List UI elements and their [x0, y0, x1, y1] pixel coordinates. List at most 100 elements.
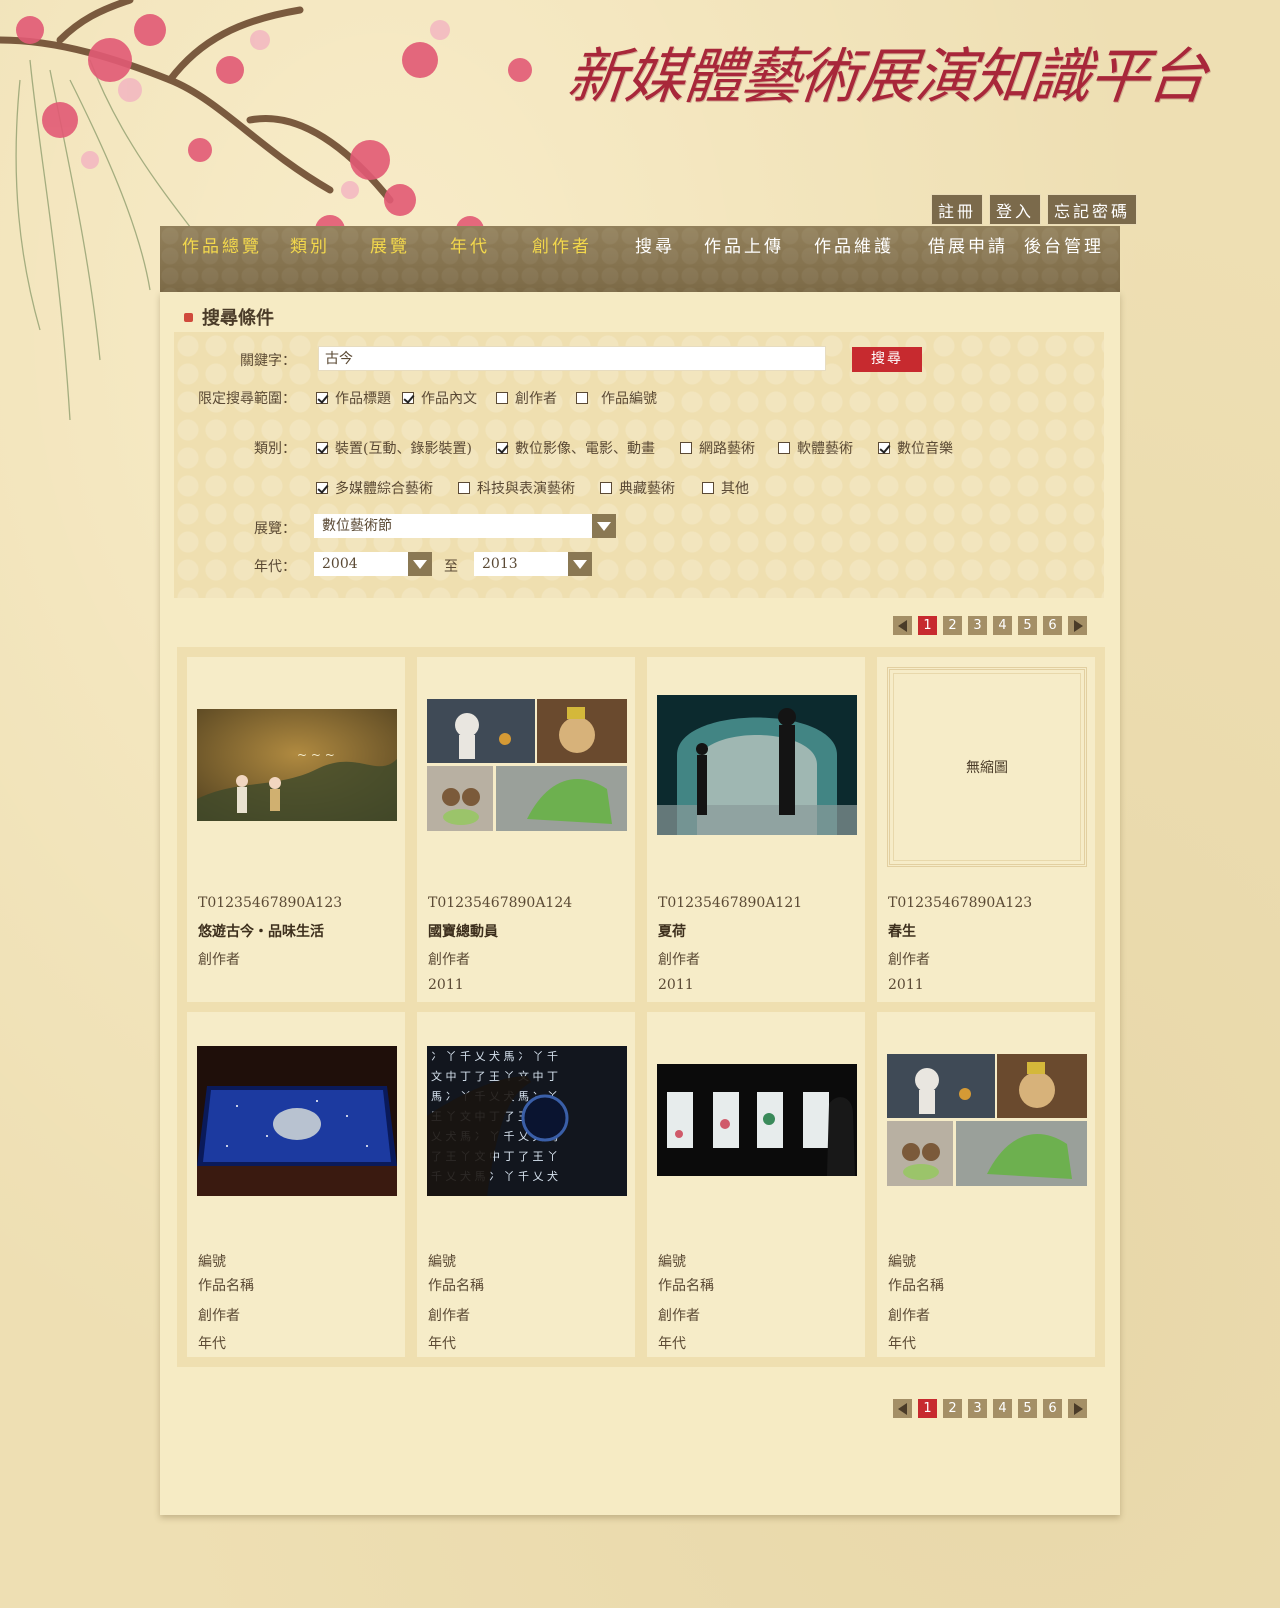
checkbox-icon [878, 442, 890, 454]
result-card[interactable]: 編號 作品名稱 創作者 年代 [187, 1012, 405, 1357]
next-page-icon[interactable] [1068, 1399, 1087, 1418]
result-card[interactable]: 冫 丫 千 乂 犬 馬 冫 丫 千 文 中 丁 了 王 丫 文 中 丁 馬 冫 … [417, 1012, 635, 1357]
artwork-thumbnail [197, 1046, 397, 1196]
search-heading: 搜尋條件 [184, 304, 274, 330]
result-card[interactable]: T01235467890A121 夏荷 創作者 2011 [647, 657, 865, 1002]
checkbox-icon [316, 442, 328, 454]
artwork-id: 編號 [198, 1254, 226, 1270]
dropdown-arrow-icon [592, 514, 616, 538]
prev-page-icon[interactable] [893, 1399, 912, 1418]
page-6[interactable]: 6 [1043, 1399, 1062, 1418]
checkbox-icon [402, 392, 414, 404]
artwork-title: 悠遊古今・品味生活 [198, 924, 324, 940]
forgot-password-button[interactable]: 忘記密碼 [1047, 194, 1138, 225]
artwork-title: 作品名稱 [198, 1278, 254, 1294]
nav-exhibition[interactable]: 展覽 [370, 232, 410, 257]
page-5[interactable]: 5 [1018, 616, 1037, 635]
result-card[interactable]: 無縮圖 T01235467890A123 春生 創作者 2011 [877, 657, 1095, 1002]
category-digital-image-checkbox[interactable]: 數位影像、電影、動畫 [496, 438, 655, 458]
artwork-year: 2011 [888, 977, 924, 993]
next-page-icon[interactable] [1068, 616, 1087, 635]
account-links: 註冊 登入 忘記密碼 [931, 194, 1138, 225]
artwork-thumbnail [427, 699, 627, 831]
artwork-author: 創作者 [198, 952, 240, 968]
prev-page-icon[interactable] [893, 616, 912, 635]
category-collection-checkbox[interactable]: 典藏藝術 [600, 478, 675, 498]
artwork-thumbnail: 冫 丫 千 乂 犬 馬 冫 丫 千 文 中 丁 了 王 丫 文 中 丁 馬 冫 … [427, 1046, 627, 1196]
page-4[interactable]: 4 [993, 616, 1012, 635]
page-2[interactable]: 2 [943, 1399, 962, 1418]
artwork-id: T01235467890A121 [658, 895, 803, 911]
checkbox-icon [778, 442, 790, 454]
artwork-author: 創作者 [658, 1308, 700, 1324]
artwork-author: 創作者 [888, 952, 930, 968]
category-digital-music-checkbox[interactable]: 數位音樂 [878, 438, 953, 458]
nav-loan[interactable]: 借展申請 [928, 232, 1008, 257]
site-title[interactable]: 新媒體藝術展演知識平台 [563, 28, 1210, 115]
category-installation-checkbox[interactable]: 裝置(互動、錄影裝置) [316, 438, 472, 458]
nav-search[interactable]: 搜尋 [635, 232, 675, 257]
page-3[interactable]: 3 [968, 1399, 987, 1418]
artwork-year: 年代 [888, 1336, 916, 1352]
main-nav: 作品總覽 類別 展覽 年代 創作者 搜尋 作品上傳 作品維護 借展申請 後台管理 [160, 226, 1120, 292]
artwork-title: 作品名稱 [888, 1278, 944, 1294]
nav-year[interactable]: 年代 [450, 232, 490, 257]
artwork-id: 編號 [658, 1254, 686, 1270]
nav-overview[interactable]: 作品總覽 [182, 232, 262, 257]
category-software-art-checkbox[interactable]: 軟體藝術 [778, 438, 853, 458]
page-6[interactable]: 6 [1043, 616, 1062, 635]
page-4[interactable]: 4 [993, 1399, 1012, 1418]
exhibition-label: 展覽： [254, 521, 296, 537]
result-card[interactable]: 編號 作品名稱 創作者 年代 [647, 1012, 865, 1357]
page-2[interactable]: 2 [943, 616, 962, 635]
no-thumbnail-placeholder: 無縮圖 [887, 667, 1087, 867]
dropdown-arrow-icon [408, 552, 432, 576]
dropdown-arrow-icon [568, 552, 592, 576]
result-card[interactable]: 編號 作品名稱 創作者 年代 [877, 1012, 1095, 1357]
artwork-id: T01235467890A124 [428, 895, 573, 911]
checkbox-icon [702, 482, 714, 494]
category-multimedia-checkbox[interactable]: 多媒體綜合藝術 [316, 478, 433, 498]
content-panel: 搜尋條件 關鍵字： 古今 搜尋 限定搜尋範圍： 作品標題 作品內文 創作者 作品… [160, 292, 1120, 1515]
search-form: 關鍵字： 古今 搜尋 限定搜尋範圍： 作品標題 作品內文 創作者 作品編號 類別… [174, 332, 1104, 598]
year-from-select[interactable]: 2004 [314, 552, 432, 576]
scope-id-checkbox[interactable]: 作品編號 [576, 388, 657, 408]
artwork-title: 作品名稱 [658, 1278, 714, 1294]
artwork-year: 年代 [198, 1336, 226, 1352]
category-net-art-checkbox[interactable]: 網路藝術 [680, 438, 755, 458]
login-button[interactable]: 登入 [989, 194, 1042, 225]
results-grid: ~ ~ ~ T01235467890A123 悠遊古今・品味生活 創作者 T01… [177, 647, 1105, 1367]
category-performance-checkbox[interactable]: 科技與表演藝術 [458, 478, 575, 498]
checkbox-icon [576, 392, 588, 404]
artwork-title: 國寶總動員 [428, 924, 498, 940]
artwork-year: 年代 [428, 1336, 456, 1352]
exhibition-select[interactable]: 數位藝術節 [314, 514, 616, 538]
keyword-input[interactable]: 古今 [318, 346, 826, 371]
artwork-id: T01235467890A123 [888, 895, 1033, 911]
checkbox-icon [458, 482, 470, 494]
artwork-year: 2011 [658, 977, 694, 993]
nav-creator[interactable]: 創作者 [532, 232, 592, 257]
year-to-select[interactable]: 2013 [474, 552, 592, 576]
page-5[interactable]: 5 [1018, 1399, 1037, 1418]
page-3[interactable]: 3 [968, 616, 987, 635]
result-card[interactable]: T01235467890A124 國寶總動員 創作者 2011 [417, 657, 635, 1002]
bullet-icon [184, 312, 193, 322]
nav-upload[interactable]: 作品上傳 [704, 232, 784, 257]
result-card[interactable]: ~ ~ ~ T01235467890A123 悠遊古今・品味生活 創作者 [187, 657, 405, 1002]
artwork-author: 創作者 [428, 952, 470, 968]
register-button[interactable]: 註冊 [931, 194, 984, 225]
page-1[interactable]: 1 [918, 616, 937, 635]
category-other-checkbox[interactable]: 其他 [702, 478, 749, 498]
search-button[interactable]: 搜尋 [852, 347, 922, 372]
scope-content-checkbox[interactable]: 作品內文 [402, 388, 477, 408]
artwork-title: 春生 [888, 924, 916, 940]
artwork-id: 編號 [428, 1254, 456, 1270]
artwork-title: 夏荷 [658, 924, 686, 940]
page-1[interactable]: 1 [918, 1399, 937, 1418]
scope-creator-checkbox[interactable]: 創作者 [496, 388, 557, 408]
scope-title-checkbox[interactable]: 作品標題 [316, 388, 391, 408]
nav-admin[interactable]: 後台管理 [1024, 232, 1104, 257]
nav-maintain[interactable]: 作品維護 [814, 232, 894, 257]
nav-category[interactable]: 類別 [290, 232, 330, 257]
